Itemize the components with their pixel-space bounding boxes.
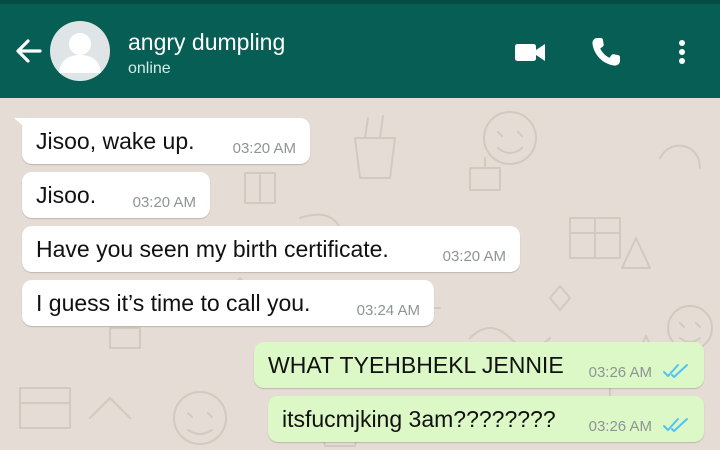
more-vert-icon xyxy=(679,40,685,64)
message-text: WHAT TYEHBHEKL JENNIE xyxy=(268,352,564,378)
bubble-tail xyxy=(14,118,30,132)
message-time: 03:20 AM xyxy=(442,248,506,265)
avatar[interactable] xyxy=(50,21,110,81)
message-time: 03:20 AM xyxy=(232,140,296,157)
message-time: 03:26 AM xyxy=(588,418,652,435)
contact-name[interactable]: angry dumpling xyxy=(128,29,285,55)
message-time: 03:24 AM xyxy=(356,302,420,319)
message-text: Have you seen my birth certificate. xyxy=(36,236,389,262)
arrow-back-icon[interactable] xyxy=(12,34,46,68)
message-incoming[interactable]: I guess it’s time to call you. 03:24 AM xyxy=(22,280,434,326)
double-check-icon xyxy=(663,418,688,432)
message-text: Jisoo. xyxy=(36,182,97,208)
voice-call-button[interactable] xyxy=(588,34,624,70)
video-call-button[interactable] xyxy=(512,34,548,70)
message-outgoing[interactable]: itsfucmjking 3am???????? 03:26 AM xyxy=(268,396,704,442)
message-text: itsfucmjking 3am???????? xyxy=(282,406,556,432)
message-incoming[interactable]: Jisoo, wake up. 03:20 AM xyxy=(14,118,310,164)
voice-call-icon xyxy=(592,38,620,66)
message-incoming[interactable]: Have you seen my birth certificate. 03:2… xyxy=(22,226,520,272)
message-outgoing[interactable]: WHAT TYEHBHEKL JENNIE 03:26 AM xyxy=(254,342,704,388)
chat-header: angry dumpling online xyxy=(0,4,720,98)
video-call-icon xyxy=(515,44,545,61)
contact-status: online xyxy=(128,60,171,77)
message-text: Jisoo, wake up. xyxy=(36,128,195,154)
message-text: I guess it’s time to call you. xyxy=(36,290,311,316)
message-time: 03:26 AM xyxy=(588,364,652,381)
more-options-button[interactable] xyxy=(664,34,700,70)
chat-wallpaper: Jisoo, wake up. 03:20 AM Jisoo. 03:20 AM… xyxy=(0,98,720,450)
message-incoming[interactable]: Jisoo. 03:20 AM xyxy=(22,172,210,218)
default-avatar-icon xyxy=(59,33,101,73)
message-time: 03:20 AM xyxy=(132,194,196,211)
double-check-icon xyxy=(663,364,688,378)
